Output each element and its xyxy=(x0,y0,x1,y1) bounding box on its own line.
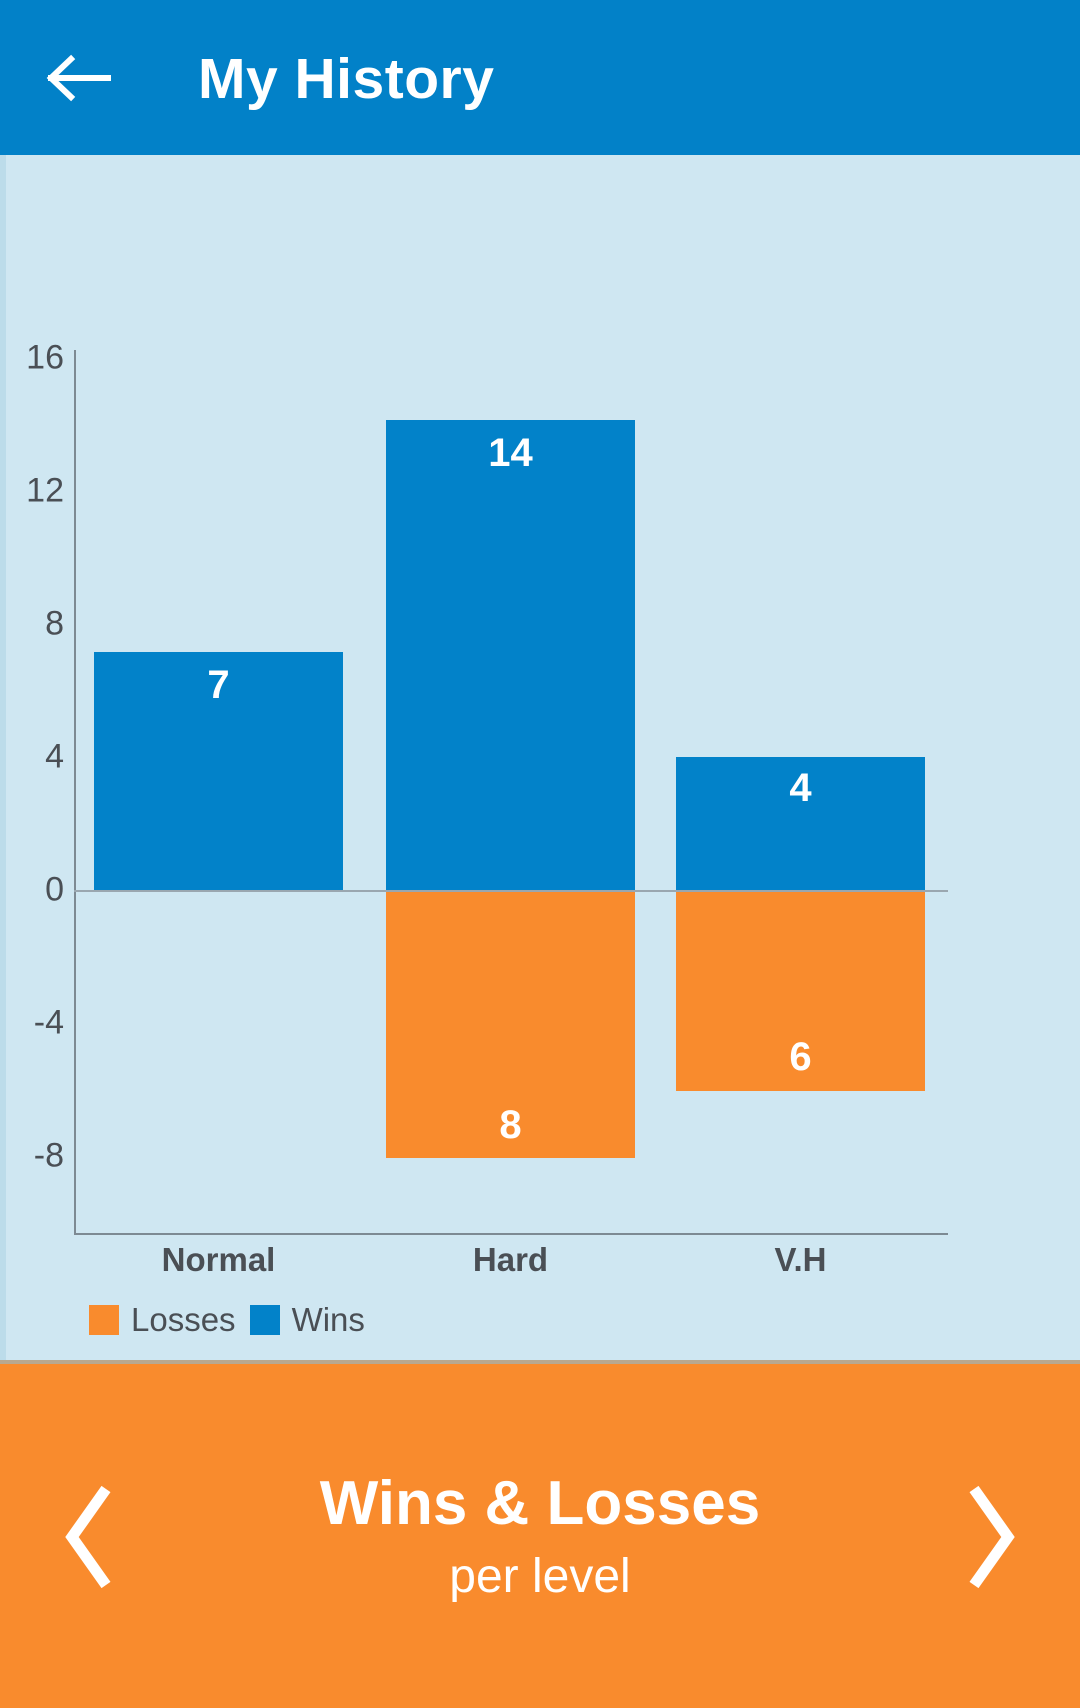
app-header: My History xyxy=(0,0,1080,155)
bar-hard-wins[interactable] xyxy=(386,420,635,890)
y-tick-label: 12 xyxy=(26,471,64,510)
previous-chart-button[interactable] xyxy=(40,1472,140,1602)
back-button[interactable] xyxy=(42,42,114,114)
x-tick-label-vh: V.H xyxy=(774,1241,827,1278)
y-tick-label: 0 xyxy=(45,870,64,909)
x-axis xyxy=(74,1233,948,1235)
legend-label-wins: Wins xyxy=(291,1301,365,1338)
y-axis xyxy=(74,350,76,1235)
y-tick-label: 4 xyxy=(45,737,64,776)
y-tick-label: 8 xyxy=(45,604,64,643)
bar-value-vh-wins: 4 xyxy=(789,766,812,810)
chart-pager-bar: Wins & Losses per level xyxy=(0,1360,1080,1708)
next-chart-button[interactable] xyxy=(940,1472,1040,1602)
arrow-left-icon xyxy=(46,54,111,102)
history-screen: My History 16 12 8 4 0 -4 -8 7 14 8 4 6 … xyxy=(0,0,1080,1708)
pager-title: Wins & Losses xyxy=(319,1469,761,1538)
chevron-right-icon xyxy=(969,1485,1015,1589)
chevron-left-icon xyxy=(65,1485,111,1589)
bar-value-hard-losses: 8 xyxy=(499,1103,522,1147)
page-title: My History xyxy=(198,47,495,111)
legend-swatch-wins xyxy=(249,1304,280,1335)
y-tick-label: 16 xyxy=(26,338,64,377)
bar-value-normal-wins: 7 xyxy=(207,663,230,707)
chart-legend: Losses Wins xyxy=(89,1303,365,1336)
legend-label-losses: Losses xyxy=(131,1301,236,1338)
y-tick-label: -4 xyxy=(33,1003,64,1042)
x-tick-label-normal: Normal xyxy=(161,1241,276,1278)
pager-text-block: Wins & Losses per level xyxy=(0,1364,1080,1708)
legend-swatch-losses xyxy=(89,1304,119,1335)
chart-panel: 16 12 8 4 0 -4 -8 7 14 8 4 6 Normal Hard… xyxy=(0,155,1080,1492)
bar-value-hard-wins: 14 xyxy=(488,431,533,475)
legend-item-wins[interactable]: Wins xyxy=(249,1301,365,1338)
legend-item-losses[interactable]: Losses xyxy=(89,1303,236,1336)
y-tick-label: -8 xyxy=(33,1136,64,1175)
pager-subtitle: per level xyxy=(449,1550,631,1603)
bar-value-vh-losses: 6 xyxy=(789,1035,812,1079)
x-tick-label-hard: Hard xyxy=(472,1241,549,1278)
